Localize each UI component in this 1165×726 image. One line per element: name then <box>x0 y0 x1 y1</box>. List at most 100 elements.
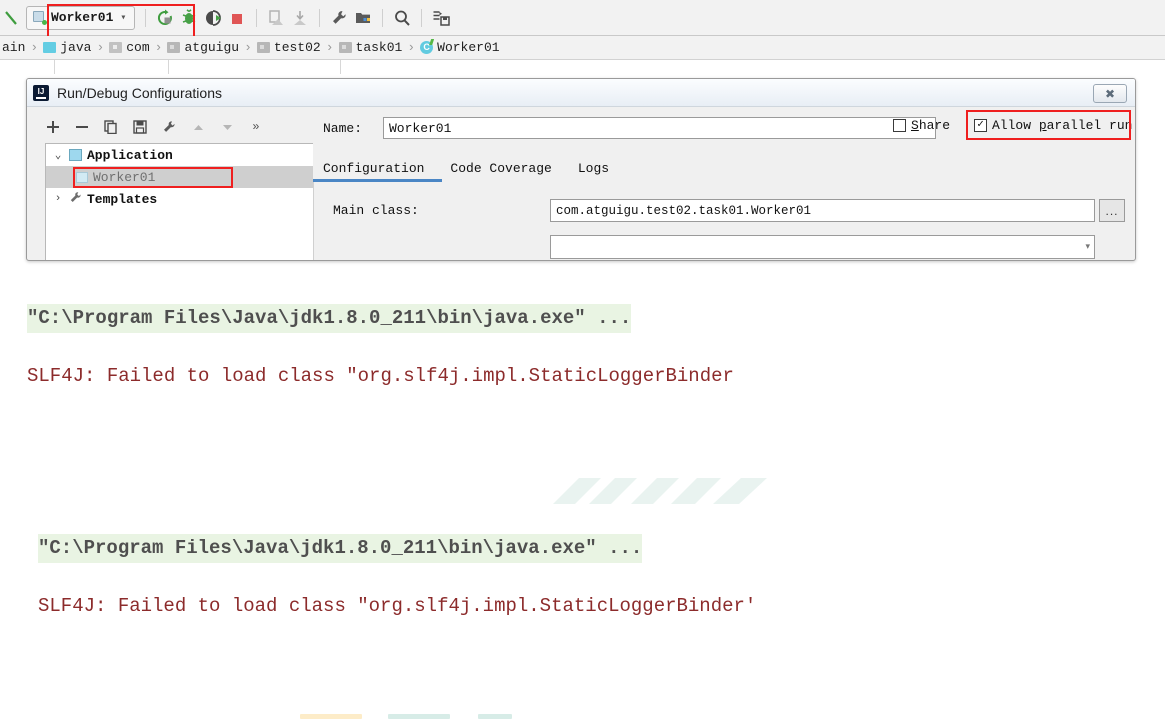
breadcrumb: ain › java › com › atguigu › test02 › ta… <box>0 36 1165 60</box>
save-all-icon[interactable] <box>429 6 453 30</box>
breadcrumb-separator: › <box>154 40 163 55</box>
run-configuration-selector[interactable]: Worker01 ▾ <box>26 5 136 30</box>
toolbar-divider-2 <box>256 8 258 27</box>
editor-tab-strip <box>0 60 1165 74</box>
tree-node-worker01[interactable]: Worker01 <box>46 166 313 188</box>
ellipsis-icon: ... <box>1105 203 1119 218</box>
main-class-value: com.atguigu.test02.task01.Worker01 <box>556 203 812 218</box>
tab-configuration[interactable]: Configuration <box>323 161 424 179</box>
project-structure-icon[interactable] <box>351 6 375 30</box>
tree-node-templates[interactable]: › Templates <box>46 188 313 210</box>
toolbar-divider-3 <box>319 8 321 27</box>
breadcrumb-label: Worker01 <box>437 40 500 55</box>
toolbar-divider <box>145 8 147 27</box>
vm-options-combo[interactable] <box>550 235 1095 259</box>
main-class-label: Main class: <box>333 203 419 218</box>
run-debug-configurations-dialog: Run/Debug Configurations ✖ <box>26 78 1136 261</box>
package-icon <box>338 42 352 53</box>
configurations-tree: ⌄ Application Worker01 › Templates <box>45 143 313 260</box>
rollback-icon <box>288 6 312 30</box>
breadcrumb-separator: › <box>30 40 39 55</box>
expander-icon[interactable]: ⌄ <box>52 148 64 162</box>
intellij-logo-icon <box>33 84 49 101</box>
watermark-bar-1 <box>300 714 362 719</box>
console-line: "C:\Program Files\Java\jdk1.8.0_211\bin\… <box>38 534 1165 563</box>
dialog-title: Run/Debug Configurations <box>57 84 222 101</box>
dialog-body: » ⌄ Application Worker01 › Templates Nam… <box>27 107 1135 260</box>
add-configuration-button[interactable] <box>45 119 61 135</box>
chevron-down-icon: ▾ <box>120 12 127 24</box>
main-class-input[interactable]: com.atguigu.test02.task01.Worker01 <box>550 199 1095 222</box>
allow-parallel-run-checkbox-box[interactable]: ✓ <box>974 119 987 132</box>
configuration-icon <box>33 11 47 25</box>
name-label: Name: <box>323 120 363 136</box>
breadcrumb-label: java <box>60 40 92 55</box>
console-line: SLF4J: Failed to load class "org.slf4j.i… <box>38 595 757 617</box>
breadcrumb-label: task01 <box>355 40 403 55</box>
debug-icon[interactable] <box>177 6 201 30</box>
back-arrow-icon[interactable] <box>0 10 22 26</box>
breadcrumb-separator: › <box>325 40 334 55</box>
breadcrumb-label: test02 <box>273 40 321 55</box>
name-input[interactable]: Worker01 <box>383 117 936 139</box>
breadcrumb-separator: › <box>96 40 105 55</box>
search-icon[interactable] <box>390 6 414 30</box>
breadcrumb-item-com[interactable]: com <box>109 40 150 55</box>
package-icon <box>109 42 123 53</box>
watermark-bar-3 <box>478 714 512 719</box>
name-input-value: Worker01 <box>389 120 452 136</box>
breadcrumb-item-main[interactable]: ain <box>2 40 25 55</box>
console-line: SLF4J: Failed to load class "org.slf4j.i… <box>27 365 734 387</box>
wrench-icon <box>69 191 82 208</box>
tree-node-application[interactable]: ⌄ Application <box>46 144 313 166</box>
source-folder-icon <box>43 42 57 53</box>
more-options-button[interactable]: » <box>248 119 264 135</box>
breadcrumb-item-worker01[interactable]: C Worker01 <box>420 40 500 55</box>
allow-parallel-run-checkbox[interactable]: ✓ Allow parallel run <box>966 110 1133 140</box>
console-output-2: "C:\Program Files\Java\jdk1.8.0_211\bin\… <box>0 505 1165 635</box>
breadcrumb-label: atguigu <box>184 40 240 55</box>
breadcrumb-item-java[interactable]: java <box>43 40 91 55</box>
share-checkbox-box[interactable] <box>893 119 906 132</box>
tree-node-label: Templates <box>87 191 158 207</box>
stop-icon[interactable] <box>225 6 249 30</box>
main-class-browse-button[interactable]: ... <box>1099 199 1125 222</box>
console-output-1: "C:\Program Files\Java\jdk1.8.0_211\bin\… <box>0 275 1165 405</box>
tree-node-label: Application <box>87 147 173 163</box>
share-checkbox[interactable]: Share <box>893 118 950 133</box>
settings-wrench-icon[interactable] <box>327 6 351 30</box>
save-configuration-button[interactable] <box>132 119 148 135</box>
watermark-middle <box>545 478 800 511</box>
allow-parallel-run-label: Allow parallel run <box>992 118 1133 133</box>
configurations-toolbar: » <box>45 115 305 139</box>
breadcrumb-separator: › <box>407 40 416 55</box>
expander-icon[interactable]: › <box>52 193 64 205</box>
tab-logs[interactable]: Logs <box>578 161 609 179</box>
breadcrumb-separator: › <box>244 40 252 55</box>
toolbar-divider-5 <box>421 8 423 27</box>
run-with-coverage-icon[interactable] <box>201 6 225 30</box>
share-checkbox-label: Share <box>911 118 951 133</box>
move-up-button <box>190 119 206 135</box>
java-class-icon: C <box>420 41 434 54</box>
breadcrumb-item-test02[interactable]: test02 <box>256 40 321 55</box>
close-button[interactable]: ✖ <box>1093 84 1127 103</box>
breadcrumb-item-atguigu[interactable]: atguigu <box>167 40 239 55</box>
ide-toolbar: Worker01 ▾ <box>0 0 1165 42</box>
package-icon <box>167 42 181 53</box>
dialog-titlebar: Run/Debug Configurations ✖ <box>27 79 1135 107</box>
watermark-bottom <box>300 714 660 722</box>
remove-configuration-button[interactable] <box>74 119 90 135</box>
run-configuration-label: Worker01 <box>51 10 114 25</box>
copy-configuration-button[interactable] <box>103 119 119 135</box>
watermark-bar-2 <box>388 714 450 719</box>
share-label-rest: hare <box>918 118 951 133</box>
check-icon: ✓ <box>977 119 984 131</box>
breadcrumb-item-task01[interactable]: task01 <box>338 40 403 55</box>
breadcrumb-label: com <box>126 40 150 55</box>
tab-code-coverage[interactable]: Code Coverage <box>450 161 551 179</box>
edit-templates-wrench-button[interactable] <box>161 119 177 135</box>
rerun-icon[interactable] <box>153 6 177 30</box>
application-icon <box>69 149 82 161</box>
java-command-line: "C:\Program Files\Java\jdk1.8.0_211\bin\… <box>27 304 632 333</box>
